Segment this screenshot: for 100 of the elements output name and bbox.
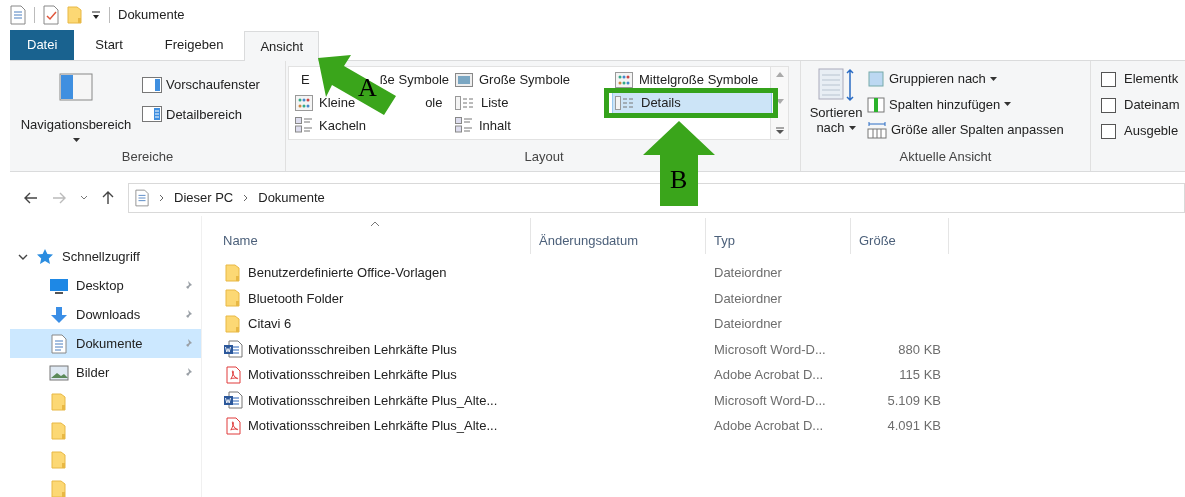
list-view-icon	[615, 95, 635, 110]
checkbox-label: Ausgeble	[1124, 122, 1179, 141]
ribbon-tab[interactable]: Start	[74, 30, 144, 60]
tiles-view-icon	[455, 117, 473, 134]
nav-item[interactable]: Dokumente	[10, 329, 201, 358]
scroll-up-icon[interactable]	[775, 71, 784, 77]
folder-icon	[225, 314, 241, 333]
file-size: 880 KB	[897, 340, 941, 359]
column-header[interactable]: Größe	[851, 218, 949, 254]
add-columns-button[interactable]: Spalten hinzufügen	[867, 94, 1064, 114]
file-tab[interactable]: Datei	[10, 30, 75, 60]
file-size: 4.091 KB	[886, 417, 941, 435]
file-type: Adobe Acrobat D...	[713, 366, 825, 384]
group-label: Layout	[524, 147, 564, 166]
caret-icon	[1004, 102, 1012, 107]
checked-document-icon[interactable]	[43, 5, 59, 25]
ribbon-tab[interactable]: Freigeben	[143, 30, 245, 60]
customize-dropdown-icon[interactable]	[91, 9, 101, 21]
column-header[interactable]: Typ	[706, 218, 851, 254]
breadcrumb[interactable]: Dokumente	[258, 188, 325, 208]
checkbox-label: Elementk	[1124, 70, 1179, 89]
file-name[interactable]: Motivationsschreiben Lehrkäfte Plus_Alte...	[248, 390, 498, 410]
nav-item[interactable]: Schnellzugriff	[62, 246, 140, 267]
layout-option[interactable]: Große Symbole	[452, 69, 612, 91]
preview-pane-button[interactable]: Vorschaufenster	[142, 75, 260, 95]
caret-icon	[848, 125, 856, 130]
details-pane-button[interactable]: Detailbereich	[142, 104, 260, 124]
chevron-right-icon	[159, 194, 164, 202]
expand-gallery-icon[interactable]	[774, 127, 785, 135]
document-icon[interactable]	[10, 5, 26, 25]
list-view-icon	[455, 95, 475, 110]
layout-option[interactable]: Liste	[452, 91, 612, 114]
folder-icon	[51, 479, 67, 497]
arrow-annotation: B	[643, 121, 715, 206]
breadcrumb[interactable]: Dieser PC	[174, 188, 234, 208]
file-size: 115 KB	[898, 366, 941, 384]
group-by-button[interactable]: Gruppieren nach	[867, 69, 1064, 89]
forward-arrow-icon[interactable]	[52, 192, 66, 204]
sort-ascending-icon	[370, 221, 380, 227]
landscape-icon	[455, 73, 473, 87]
nav-item[interactable]: Desktop	[10, 271, 201, 300]
preview-pane-icon	[142, 76, 162, 93]
checkbox[interactable]	[1101, 97, 1116, 113]
sort-icon	[817, 67, 855, 103]
window-title: Dokumente	[118, 6, 185, 25]
navigation-pane-button[interactable]: Navigationsbereich	[10, 69, 142, 147]
file-type: Adobe Acrobat D...	[713, 417, 825, 435]
down-arrow-icon	[49, 305, 69, 324]
nav-item[interactable]: Bilder	[10, 358, 201, 387]
file-type: Dateiordner	[713, 315, 783, 333]
column-header[interactable]: Name	[215, 218, 531, 254]
file-name[interactable]: Motivationsschreiben Lehrkäfte Plus_Alte...	[248, 416, 498, 436]
add-column-icon	[867, 95, 885, 114]
checkbox-label: Dateinam	[1124, 96, 1180, 115]
group-label: Aktuelle Ansicht	[899, 147, 992, 166]
layout-option[interactable]: Kacheln	[292, 114, 452, 137]
word-document-icon	[223, 340, 243, 359]
chevron-down-icon[interactable]	[80, 195, 88, 201]
back-arrow-icon[interactable]	[24, 192, 38, 204]
star-icon	[36, 248, 54, 265]
layout-option[interactable]: Inhalt	[452, 114, 612, 137]
folder-icon	[51, 392, 67, 411]
checkbox[interactable]	[1101, 71, 1116, 87]
file-size: 5.109 KB	[886, 391, 941, 410]
file-type: Microsoft Word-D...	[713, 391, 827, 410]
word-document-icon	[223, 391, 243, 410]
nav-item[interactable]: Downloads	[10, 300, 201, 329]
file-type: Dateiordner	[713, 289, 783, 308]
folder-icon	[51, 421, 67, 440]
icon-grid-icon	[615, 72, 633, 88]
chevron-down-icon[interactable]	[18, 252, 28, 261]
file-name[interactable]: Citavi 6	[248, 314, 292, 334]
fit-columns-button[interactable]: Größe aller Spalten anpassen	[867, 120, 1064, 140]
picture-icon	[49, 364, 69, 381]
ribbon-tab[interactable]: Ansicht	[244, 31, 319, 61]
group-label: Bereiche	[121, 147, 174, 166]
up-arrow-icon[interactable]	[102, 191, 114, 205]
pdf-document-icon	[223, 365, 243, 384]
file-name[interactable]: Bluetooth Folder	[248, 288, 344, 308]
caret-icon	[989, 76, 997, 81]
details-pane-icon	[142, 106, 162, 123]
file-name[interactable]: Benutzerdefinierte Office-Vorlagen	[248, 263, 447, 283]
file-name[interactable]: Motivationsschreiben Lehrkäfte Plus	[248, 339, 457, 359]
group-icon	[867, 69, 885, 88]
icon-grid-icon	[295, 94, 313, 111]
pdf-document-icon	[223, 416, 243, 435]
document-icon	[51, 333, 67, 354]
sort-button[interactable]: Sortieren nach	[807, 67, 865, 147]
layout-option[interactable]: Details	[612, 91, 772, 114]
file-name[interactable]: Motivationsschreiben Lehrkäfte Plus	[248, 365, 457, 385]
scroll-down-icon[interactable]	[775, 99, 784, 105]
tiles-view-icon	[295, 117, 313, 134]
checkbox[interactable]	[1101, 123, 1116, 139]
pane-layout-icon	[59, 73, 93, 101]
layout-option[interactable]: Mittelgroße Symbole	[612, 69, 772, 91]
file-type: Microsoft Word-D...	[713, 340, 827, 359]
column-header[interactable]: Änderungsdatum	[531, 218, 706, 254]
folder-icon	[225, 289, 241, 308]
folder-icon	[67, 6, 83, 24]
document-icon	[135, 189, 149, 207]
